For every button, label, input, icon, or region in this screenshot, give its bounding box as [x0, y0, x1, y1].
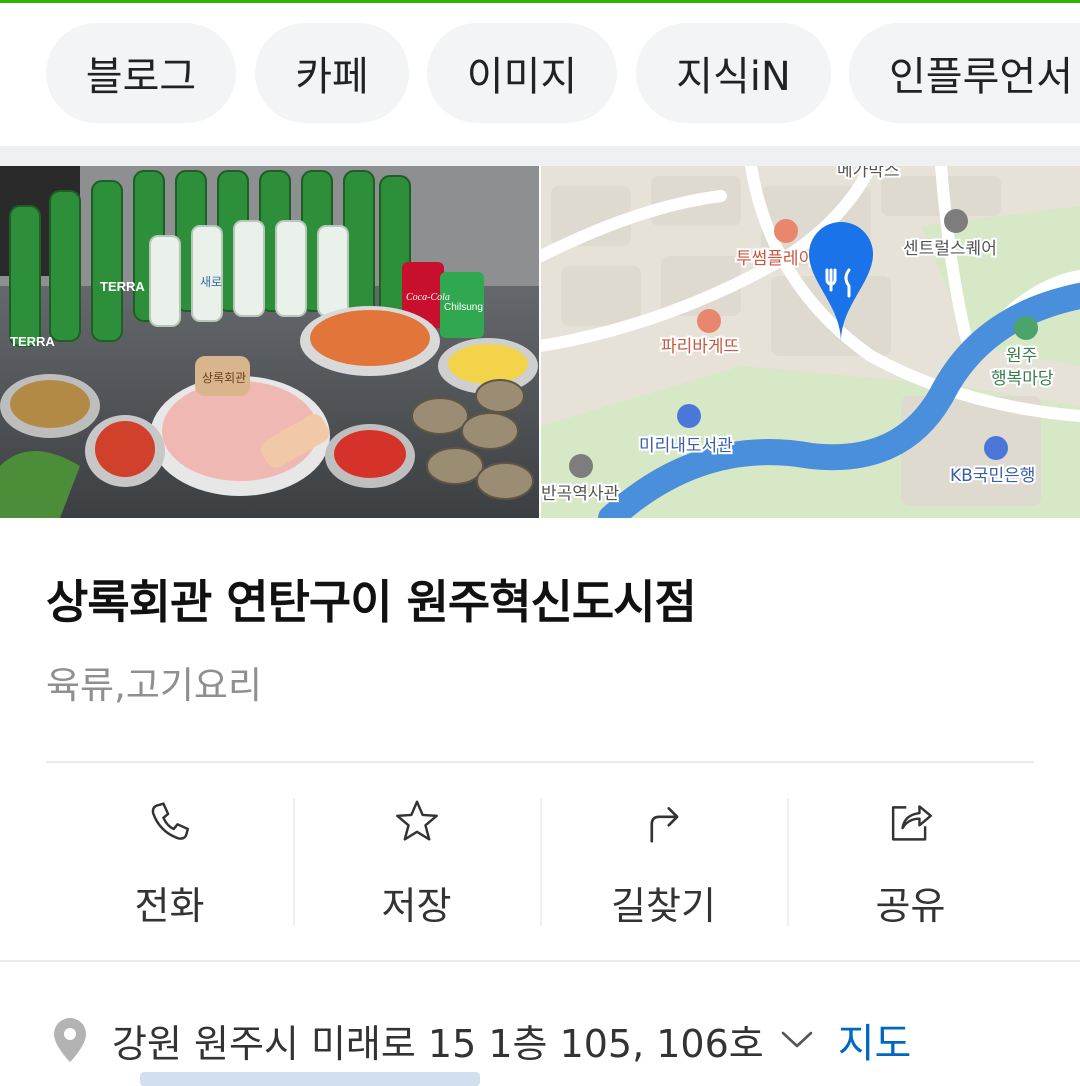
section-separator: [0, 146, 1080, 166]
map-label-park: 원주: [1006, 346, 1037, 366]
bakery-poi-icon: [697, 309, 721, 333]
map-label-museum: 반곡역사관: [541, 484, 619, 504]
location-pin-icon: [54, 1018, 86, 1062]
share-label: 공유: [875, 884, 946, 928]
next-row-peek: [140, 1072, 480, 1086]
soju-label: 새로: [200, 275, 222, 289]
park-poi-icon: [1014, 316, 1038, 340]
divider: [0, 960, 1080, 962]
tab-blog[interactable]: 블로그: [46, 23, 236, 123]
directions-icon: [649, 807, 678, 843]
share-icon: [891, 805, 932, 841]
tab-influencer[interactable]: 인플루언서: [849, 23, 1080, 123]
place-category: 육류,고기요리: [46, 664, 263, 707]
library-poi-icon: [677, 404, 701, 428]
beer-label: TERRA: [100, 279, 145, 294]
tab-image[interactable]: 이미지: [427, 23, 617, 123]
share-button[interactable]: 공유: [787, 790, 1034, 930]
cafe-poi-icon: [774, 219, 798, 243]
call-button[interactable]: 전화: [46, 790, 293, 930]
map-label-park2: 행복마당: [991, 369, 1054, 389]
beer-label-2: TERRA: [10, 334, 55, 349]
map-label-library: 미리내도서관: [639, 436, 733, 456]
divider: [46, 761, 1034, 763]
action-bar: 전화 저장 길찾기 공유: [46, 790, 1034, 930]
map-label-paris: 파리바게뜨: [661, 337, 739, 357]
plate-text: 상록회관: [202, 371, 246, 385]
star-icon: [395, 800, 438, 841]
search-tabs: 블로그 카페 이미지 지식iN 인플루언서: [0, 3, 1080, 146]
directions-label: 길찾기: [611, 884, 716, 928]
bank-poi-icon: [984, 436, 1008, 460]
save-button[interactable]: 저장: [293, 790, 540, 930]
tab-knowledge-in[interactable]: 지식iN: [636, 23, 831, 123]
map-label-kb: KB국민은행: [950, 466, 1035, 486]
phone-icon: [151, 802, 189, 840]
save-label: 저장: [381, 884, 452, 928]
museum-poi-icon: [569, 454, 593, 478]
location-map[interactable]: 메가박스 투썸플레이스 센트럴스퀘어 파리바게뜨 원주 행복마당 미리내도서관 …: [541, 166, 1080, 518]
place-name: 상록회관 연탄구이 원주혁신도시점: [46, 575, 697, 629]
map-label-megabox: 메가박스: [837, 166, 900, 181]
restaurant-photo[interactable]: TERRA TERRA 새로 Coca-Cola Chilsung 상록회관: [0, 166, 539, 518]
address-text: 강원 원주시 미래로 15 1층 105, 106호: [112, 1021, 764, 1066]
address-row: 강원 원주시 미래로 15 1층 105, 106호 지도: [50, 1010, 1080, 1070]
food-table-illustration: TERRA TERRA 새로 Coca-Cola Chilsung 상록회관: [0, 166, 539, 518]
directions-button[interactable]: 길찾기: [540, 790, 787, 930]
map-link[interactable]: 지도: [838, 1011, 912, 1069]
map-label-central: 센트럴스퀘어: [903, 239, 997, 259]
tab-cafe[interactable]: 카페: [255, 23, 409, 123]
map-illustration: 메가박스 투썸플레이스 센트럴스퀘어 파리바게뜨 원주 행복마당 미리내도서관 …: [541, 166, 1080, 518]
cider-can-label: Chilsung: [444, 302, 483, 313]
call-label: 전화: [134, 884, 205, 928]
building-poi-icon: [944, 209, 968, 233]
chevron-down-icon[interactable]: [780, 1029, 814, 1051]
